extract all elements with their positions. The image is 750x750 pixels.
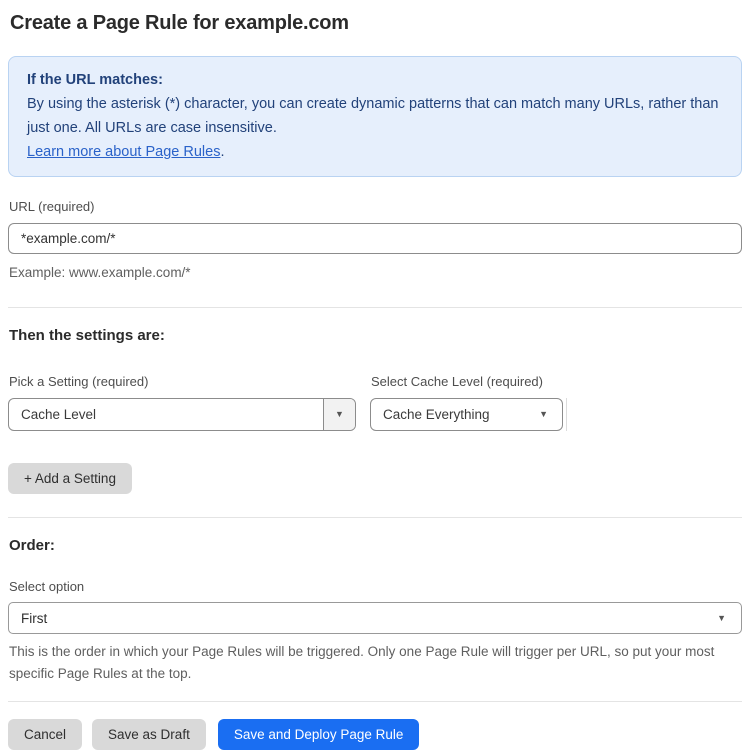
- learn-more-link[interactable]: Learn more about Page Rules: [27, 144, 220, 160]
- link-suffix: .: [220, 144, 225, 160]
- order-select[interactable]: First ▼: [8, 602, 742, 634]
- setting-picker-group: Pick a Setting (required) Cache Level ▼: [8, 344, 356, 431]
- info-box-link-line: Learn more about Page Rules.: [27, 140, 723, 164]
- url-match-info-box: If the URL matches: By using the asteris…: [8, 56, 742, 177]
- dropdown-arrow-icon: ▼: [539, 409, 548, 419]
- info-box-body: By using the asterisk (*) character, you…: [27, 96, 719, 136]
- save-as-draft-button[interactable]: Save as Draft: [92, 719, 206, 750]
- page-title: Create a Page Rule for example.com: [10, 12, 349, 34]
- settings-row: Pick a Setting (required) Cache Level ▼ …: [8, 344, 742, 431]
- section-divider: [8, 517, 742, 518]
- save-and-deploy-button[interactable]: Save and Deploy Page Rule: [217, 719, 420, 750]
- cache-level-value: Cache Everything: [383, 407, 490, 422]
- cancel-button[interactable]: Cancel: [8, 719, 83, 750]
- cache-level-picker-wrap: Cache Everything ▼: [370, 398, 567, 431]
- settings-section-heading: Then the settings are:: [9, 327, 165, 344]
- url-input[interactable]: [8, 223, 742, 254]
- url-field-label: URL (required): [9, 199, 95, 214]
- order-select-label: Select option: [9, 579, 85, 594]
- order-section-heading: Order:: [9, 537, 55, 554]
- cache-level-picker-group: Select Cache Level (required) Cache Ever…: [370, 344, 567, 431]
- setting-column-divider: [566, 398, 567, 431]
- info-box-heading: If the URL matches:: [27, 72, 163, 88]
- footer-actions: Cancel Save as Draft Save and Deploy Pag…: [8, 719, 742, 750]
- setting-picker-value: Cache Level: [21, 407, 97, 422]
- create-page-rule-form: Create a Page Rule for example.com If th…: [0, 0, 750, 750]
- setting-picker-arrow-segment: ▼: [323, 399, 355, 430]
- url-field-helper: Example: www.example.com/*: [9, 265, 191, 280]
- footer-divider: [8, 701, 742, 702]
- setting-picker-label: Pick a Setting (required): [9, 374, 149, 389]
- section-divider: [8, 307, 742, 308]
- cache-level-picker-label: Select Cache Level (required): [371, 374, 543, 389]
- dropdown-arrow-icon: ▼: [335, 409, 344, 419]
- order-select-value: First: [21, 610, 48, 626]
- order-helper-text: This is the order in which your Page Rul…: [9, 644, 715, 681]
- dropdown-arrow-icon: ▼: [717, 612, 726, 623]
- cache-level-select[interactable]: Cache Everything ▼: [370, 398, 563, 431]
- add-setting-button[interactable]: + Add a Setting: [8, 463, 132, 494]
- setting-picker-select[interactable]: Cache Level ▼: [8, 398, 356, 431]
